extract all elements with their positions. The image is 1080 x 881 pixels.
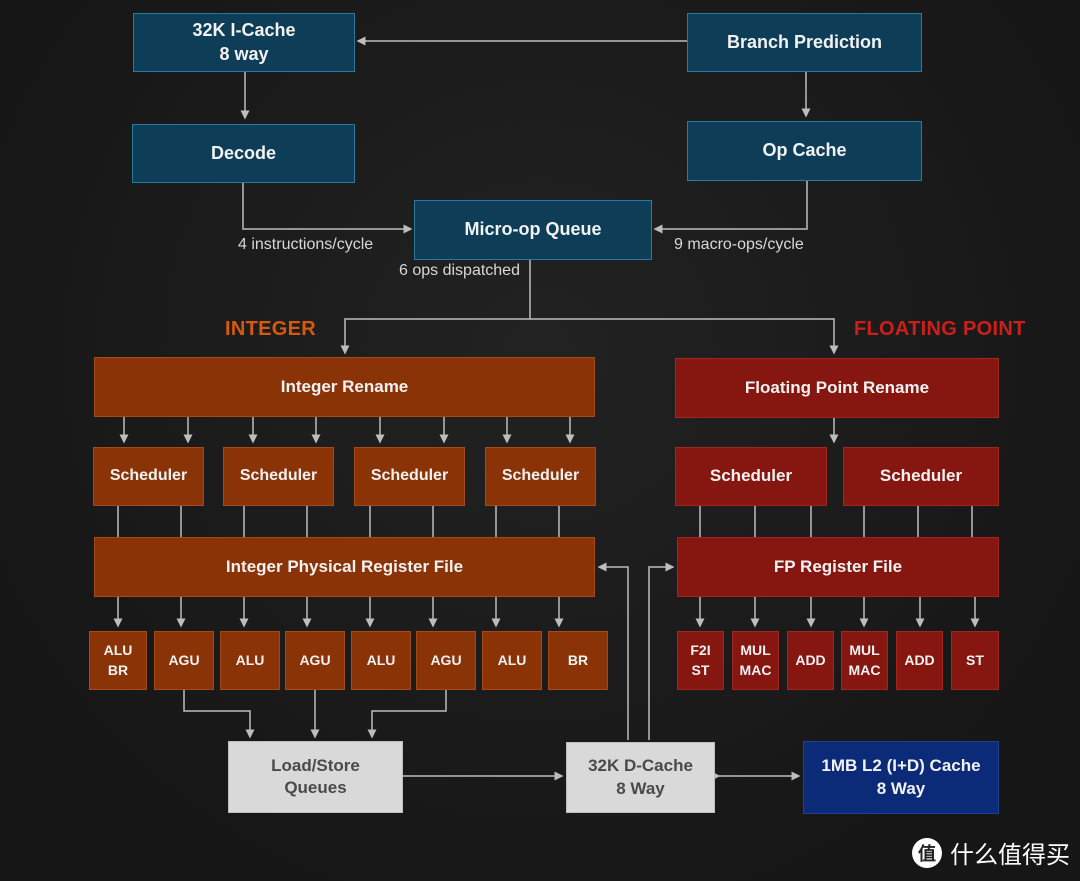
fp-exec-unit: MUL MAC bbox=[732, 631, 779, 690]
integer-exec-unit: AGU bbox=[285, 631, 345, 690]
integer-section-title: INTEGER bbox=[225, 318, 316, 340]
wire-decode-to-queue bbox=[242, 183, 413, 234]
watermark-text: 什么值得买 bbox=[950, 842, 1070, 869]
wire-agu3-to-lsq bbox=[367, 690, 447, 739]
wire-dispatch-fp bbox=[530, 318, 839, 355]
decode-block: Decode bbox=[132, 124, 355, 183]
fp-scheduler: Scheduler bbox=[675, 447, 827, 506]
integer-scheduler: Scheduler bbox=[354, 447, 465, 506]
integer-exec-unit: ALU BR bbox=[89, 631, 147, 690]
wire-opcache-to-queue bbox=[653, 181, 808, 234]
op-cache-block: Op Cache bbox=[687, 121, 922, 181]
integer-exec-unit: ALU bbox=[220, 631, 280, 690]
watermark: 值 什么值得买 bbox=[912, 835, 1070, 870]
integer-scheduler: Scheduler bbox=[93, 447, 204, 506]
integer-rename-block: Integer Rename bbox=[94, 357, 595, 417]
wires-fp-schedulers-to-rf bbox=[699, 506, 973, 538]
integer-exec-unit: ALU bbox=[482, 631, 542, 690]
fp-section-title: FLOATING POINT bbox=[854, 318, 1026, 340]
load-store-queues-block: Load/Store Queues bbox=[228, 741, 403, 813]
integer-exec-unit: AGU bbox=[416, 631, 476, 690]
wires-int-prf-to-units bbox=[113, 597, 564, 628]
integer-exec-unit: ALU bbox=[351, 631, 411, 690]
op-cache-rate-label: 9 macro-ops/cycle bbox=[674, 236, 804, 253]
wires-fp-rf-to-units bbox=[695, 597, 980, 628]
wires-int-schedulers-to-prf bbox=[117, 506, 560, 538]
fp-exec-unit: ADD bbox=[787, 631, 834, 690]
wire-dispatch-int bbox=[340, 318, 530, 355]
fp-exec-unit: ST bbox=[951, 631, 999, 690]
l2-cache-block: 1MB L2 (I+D) Cache 8 Way bbox=[803, 741, 999, 814]
integer-exec-unit: AGU bbox=[154, 631, 214, 690]
fp-exec-unit: F2I ST bbox=[677, 631, 724, 690]
micro-op-queue-block: Micro-op Queue bbox=[414, 200, 652, 260]
dcache-block: 32K D-Cache 8 Way bbox=[566, 742, 715, 813]
branch-prediction-block: Branch Prediction bbox=[687, 13, 922, 72]
integer-scheduler: Scheduler bbox=[223, 447, 334, 506]
fp-scheduler: Scheduler bbox=[843, 447, 999, 506]
fp-rename-block: Floating Point Rename bbox=[675, 358, 999, 418]
fp-exec-unit: ADD bbox=[896, 631, 943, 690]
icache-block: 32K I-Cache 8 way bbox=[133, 13, 355, 72]
wires-int-rename-to-schedulers bbox=[119, 417, 575, 444]
watermark-logo-icon: 值 bbox=[912, 837, 942, 868]
fp-exec-unit: MUL MAC bbox=[841, 631, 888, 690]
zen-core-block-diagram: 32K I-Cache 8 way Branch Prediction Deco… bbox=[0, 0, 1080, 881]
wire-agu1-to-lsq bbox=[183, 690, 255, 739]
fp-register-file-block: FP Register File bbox=[677, 537, 999, 597]
integer-exec-unit: BR bbox=[548, 631, 608, 690]
dispatch-rate-label: 6 ops dispatched bbox=[399, 262, 520, 279]
decode-rate-label: 4 instructions/cycle bbox=[238, 236, 374, 253]
wire-dcache-to-fp-rf bbox=[648, 562, 675, 740]
integer-register-file-block: Integer Physical Register File bbox=[94, 537, 595, 597]
integer-scheduler: Scheduler bbox=[485, 447, 596, 506]
